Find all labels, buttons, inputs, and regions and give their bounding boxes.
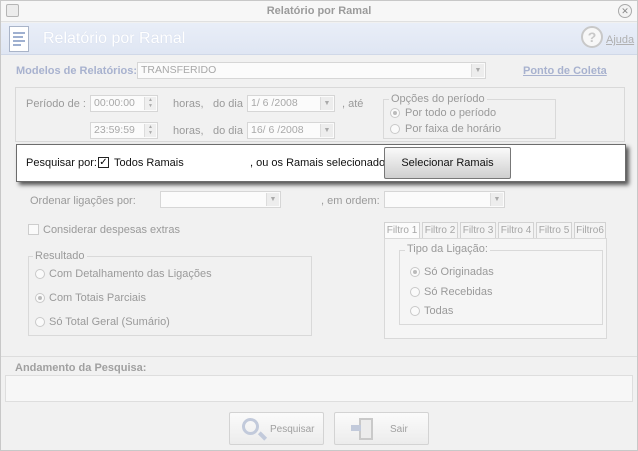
result-detailed-radio[interactable] [35,269,45,279]
extra-expenses-checkbox[interactable] [28,224,39,235]
search-button[interactable]: Pesquisar [229,412,324,445]
period-all-radio[interactable] [390,108,400,118]
search-by-bar: Pesquisar por: ✓ Todos Ramais , ou os Ra… [16,144,626,182]
result-summary-label: Só Total Geral (Sumário) [49,316,170,328]
start-time-value: 00:00:00 [94,97,135,109]
exit-button[interactable]: Sair [334,412,429,445]
divider [1,356,637,357]
end-time-input[interactable]: 23:59:59 ▲ ▼ [90,122,158,139]
period-label: Período de : [26,98,86,110]
hours-label-1: horas, [173,98,204,110]
window-title: Relatório por Ramal [266,5,372,17]
order-by-label: Ordenar ligações por: [30,195,136,207]
call-received-label: Só Recebidas [424,286,493,298]
help-link[interactable]: Ajuda [606,34,634,46]
tab-filter-1[interactable]: Filtro 1 [384,222,420,239]
period-all-label: Por todo o período [405,107,497,119]
call-type-title: Tipo da Ligação: [405,243,490,255]
result-detailed-label: Com Detalhamento das Ligações [49,268,212,280]
search-by-label: Pesquisar por: [26,157,97,169]
tab-filter-2[interactable]: Filtro 2 [422,222,458,238]
models-select[interactable]: TRANSFERIDO ▼ [137,62,486,79]
hours-label-2: horas, [173,125,204,137]
tab-filter-3[interactable]: Filtro 3 [460,222,496,238]
result-title: Resultado [33,250,87,262]
chevron-down-icon[interactable]: ▼ [471,64,484,77]
tab-filter-5[interactable]: Filtro 5 [536,222,572,238]
call-all-radio[interactable] [410,306,420,316]
extra-expenses-label: Considerar despesas extras [43,224,180,236]
call-originated-label: Só Originadas [424,266,494,278]
end-date-picker[interactable]: 16/ 6 /2008 ▼ [247,122,335,139]
select-extensions-button[interactable]: Selecionar Ramais [384,147,511,179]
end-date-value: 16/ 6 /2008 [251,124,304,136]
tab-filter-6[interactable]: Filtro6 [574,222,606,238]
exit-door-icon [351,418,373,440]
report-window: Relatório por Ramal ✕ Relatório por Rama… [0,0,638,451]
selected-extensions-label: , ou os Ramais selecionados: [250,157,394,169]
exit-button-label: Sair [390,424,408,435]
calendar-dropdown-icon[interactable]: ▼ [320,97,333,110]
until-label: , até [342,98,364,110]
search-button-label: Pesquisar [270,424,315,435]
collection-point-link[interactable]: Ponto de Coleta [523,65,607,77]
period-time-band-label: Por faixa de horário [405,123,501,135]
call-received-radio[interactable] [410,287,420,297]
models-selected-value: TRANSFERIDO [141,64,217,76]
progress-label: Andamento da Pesquisa: [15,362,147,374]
search-icon [242,418,259,435]
period-time-band-radio[interactable] [390,124,400,134]
all-extensions-checkbox[interactable]: ✓ [98,157,109,168]
end-time-value: 23:59:59 [94,124,135,136]
sort-field-select[interactable]: ▼ [160,191,281,208]
page-title: Relatório por Ramal [43,30,186,47]
sort-order-select[interactable]: ▼ [384,191,505,208]
title-bar: Relatório por Ramal ✕ [1,1,637,22]
header-banner: Relatório por Ramal ? Ajuda [1,23,637,55]
call-originated-radio[interactable] [410,267,420,277]
calendar-dropdown-icon[interactable]: ▼ [320,124,333,137]
day-label-1: do dia [213,98,243,110]
order-label: , em ordem: [321,195,380,207]
time-spinner-icon[interactable]: ▲ ▼ [144,124,156,137]
day-label-2: do dia [213,125,243,137]
document-icon [9,26,29,52]
period-options-title: Opções do período [389,93,487,105]
chevron-down-icon[interactable]: ▼ [266,193,279,206]
start-time-input[interactable]: 00:00:00 ▲ ▼ [90,95,158,112]
time-spinner-icon[interactable]: ▲ ▼ [144,97,156,110]
close-icon[interactable]: ✕ [618,4,632,18]
result-partial-radio[interactable] [35,293,45,303]
start-date-value: 1/ 6 /2008 [251,97,298,109]
progress-bar [5,375,633,402]
all-extensions-label: Todos Ramais [114,157,184,169]
help-icon[interactable]: ? [581,26,603,48]
start-date-picker[interactable]: 1/ 6 /2008 ▼ [247,95,335,112]
result-partial-label: Com Totais Parciais [49,292,146,304]
call-all-label: Todas [424,305,454,317]
select-extensions-label: Selecionar Ramais [401,157,494,169]
tab-filter-4[interactable]: Filtro 4 [498,222,534,238]
result-summary-radio[interactable] [35,317,45,327]
models-label: Modelos de Relatórios: [16,65,138,77]
chevron-down-icon[interactable]: ▼ [490,193,503,206]
